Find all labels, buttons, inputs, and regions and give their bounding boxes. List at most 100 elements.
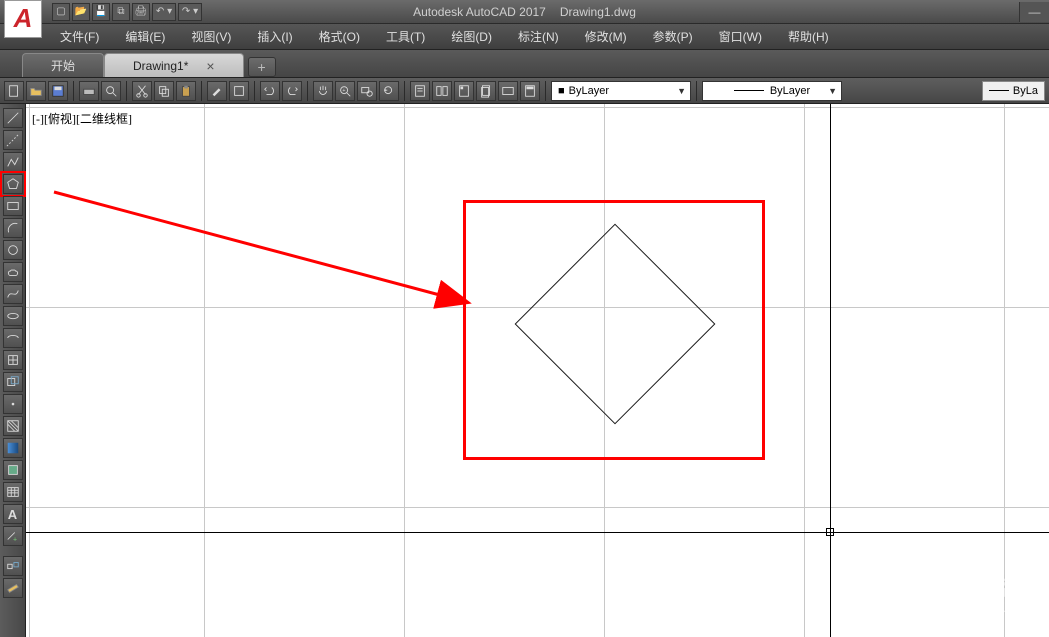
separator — [254, 81, 255, 101]
menu-draw[interactable]: 绘图(D) — [439, 24, 504, 49]
menu-view[interactable]: 视图(V) — [179, 24, 243, 49]
menu-bar: 文件(F) 编辑(E) 视图(V) 插入(I) 格式(O) 工具(T) 绘图(D… — [0, 24, 1049, 50]
pan-icon[interactable] — [313, 81, 333, 101]
svg-text:+: + — [13, 536, 17, 543]
cut-icon[interactable] — [132, 81, 152, 101]
make-block-icon[interactable] — [3, 372, 23, 392]
separator — [696, 81, 697, 101]
menu-tools[interactable]: 工具(T) — [374, 24, 437, 49]
menu-window[interactable]: 窗口(W) — [707, 24, 774, 49]
title-bar: A ▢ 📂 💾 ⧉ 🖨 ↶ ▾ ↷ ▾ Autodesk AutoCAD 201… — [0, 0, 1049, 24]
polygon-icon[interactable] — [3, 174, 23, 194]
arc-icon[interactable] — [3, 218, 23, 238]
redo-button[interactable] — [282, 81, 302, 101]
linetype-value: ByLayer — [770, 85, 810, 97]
construction-line-icon[interactable] — [3, 130, 23, 150]
layer-color-swatch[interactable]: ■ByLayer▼ — [551, 81, 691, 101]
quick-access-toolbar: ▢ 📂 💾 ⧉ 🖨 ↶ ▾ ↷ ▾ — [48, 1, 206, 23]
menu-format[interactable]: 格式(O) — [307, 24, 372, 49]
svg-text:+: + — [342, 87, 345, 93]
ellipse-icon[interactable] — [3, 306, 23, 326]
plot-icon[interactable] — [79, 81, 99, 101]
separator — [545, 81, 546, 101]
new-file-icon[interactable] — [4, 81, 24, 101]
rectangle-icon[interactable] — [3, 196, 23, 216]
block-editor-icon[interactable] — [229, 81, 249, 101]
separator — [307, 81, 308, 101]
gradient-icon[interactable] — [3, 438, 23, 458]
print-icon[interactable]: 🖨 — [132, 3, 150, 21]
linetype-dropdown[interactable]: ByLayer▼ — [702, 81, 842, 101]
paste-icon[interactable] — [176, 81, 196, 101]
region-icon[interactable] — [3, 460, 23, 480]
minimize-button[interactable]: — — [1019, 2, 1049, 22]
tab-close-icon[interactable]: × — [206, 58, 214, 74]
spline-icon[interactable] — [3, 284, 23, 304]
separator — [73, 81, 74, 101]
menu-modify[interactable]: 修改(M) — [573, 24, 639, 49]
open-file-icon[interactable] — [26, 81, 46, 101]
save-icon[interactable]: 💾 — [92, 3, 110, 21]
viewport-label[interactable]: [-][俯视][二维线框] — [32, 110, 132, 127]
circle-icon[interactable] — [3, 240, 23, 260]
add-selected-icon[interactable]: + — [3, 526, 23, 546]
zoom-window-icon[interactable] — [357, 81, 377, 101]
constraint-icon[interactable] — [3, 556, 23, 576]
lineweight-partial[interactable]: ByLa — [982, 81, 1045, 101]
zoom-realtime-icon[interactable]: + — [335, 81, 355, 101]
plot-preview-icon[interactable] — [101, 81, 121, 101]
properties-icon[interactable] — [410, 81, 430, 101]
app-title: Autodesk AutoCAD 2017 — [413, 5, 546, 19]
match-prop-icon[interactable] — [207, 81, 227, 101]
title-center: Autodesk AutoCAD 2017 Drawing1.dwg — [413, 5, 636, 19]
new-icon[interactable]: ▢ — [52, 3, 70, 21]
menu-insert[interactable]: 插入(I) — [245, 24, 304, 49]
tab-add-button[interactable]: + — [248, 57, 276, 77]
ellipse-arc-icon[interactable] — [3, 328, 23, 348]
window-controls: — — [1019, 2, 1049, 22]
separator — [126, 81, 127, 101]
tab-start-label: 开始 — [51, 57, 75, 74]
polyline-icon[interactable] — [3, 152, 23, 172]
layer-value: ByLayer — [569, 85, 609, 97]
multiline-text-icon[interactable]: A — [3, 504, 23, 524]
zoom-previous-icon[interactable] — [379, 81, 399, 101]
crosshair-pickbox — [826, 528, 834, 536]
undo-icon[interactable]: ↶ ▾ — [152, 3, 176, 21]
insert-block-icon[interactable] — [3, 350, 23, 370]
table-icon[interactable] — [3, 482, 23, 502]
line-icon[interactable] — [3, 108, 23, 128]
crosshair-vertical — [830, 104, 831, 637]
draw-toolbar: A + — [0, 104, 26, 637]
tab-drawing1[interactable]: Drawing1* × — [104, 53, 244, 77]
app-logo[interactable]: A — [4, 0, 42, 38]
markups-icon[interactable] — [498, 81, 518, 101]
tab-drawing1-label: Drawing1* — [133, 59, 188, 73]
menu-param[interactable]: 参数(P) — [641, 24, 705, 49]
quickcalc-icon[interactable] — [520, 81, 540, 101]
open-icon[interactable]: 📂 — [72, 3, 90, 21]
measure-icon[interactable] — [3, 578, 23, 598]
tab-start[interactable]: 开始 — [22, 53, 104, 77]
file-tabs: 开始 Drawing1* × + — [0, 50, 1049, 78]
saveall-icon[interactable]: ⧉ — [112, 3, 130, 21]
menu-help[interactable]: 帮助(H) — [776, 24, 841, 49]
copy-icon[interactable] — [154, 81, 174, 101]
undo-button[interactable] — [260, 81, 280, 101]
tool-palettes-icon[interactable] — [454, 81, 474, 101]
sheet-set-icon[interactable] — [476, 81, 496, 101]
drawing-canvas[interactable]: [-][俯视][二维线框] Bai百 经验 jingyan.baidu.com — [26, 104, 1049, 637]
main-toolbar: + ■ByLayer▼ ByLayer▼ ByLa — [0, 78, 1049, 104]
design-center-icon[interactable] — [432, 81, 452, 101]
revision-cloud-icon[interactable] — [3, 262, 23, 282]
hatch-icon[interactable] — [3, 416, 23, 436]
menu-annotate[interactable]: 标注(N) — [506, 24, 571, 49]
crosshair-horizontal — [26, 532, 1049, 533]
save-file-icon[interactable] — [48, 81, 68, 101]
separator — [404, 81, 405, 101]
menu-edit[interactable]: 编辑(E) — [113, 24, 177, 49]
separator — [201, 81, 202, 101]
menu-file[interactable]: 文件(F) — [48, 24, 111, 49]
redo-icon[interactable]: ↷ ▾ — [178, 3, 202, 21]
point-icon[interactable] — [3, 394, 23, 414]
